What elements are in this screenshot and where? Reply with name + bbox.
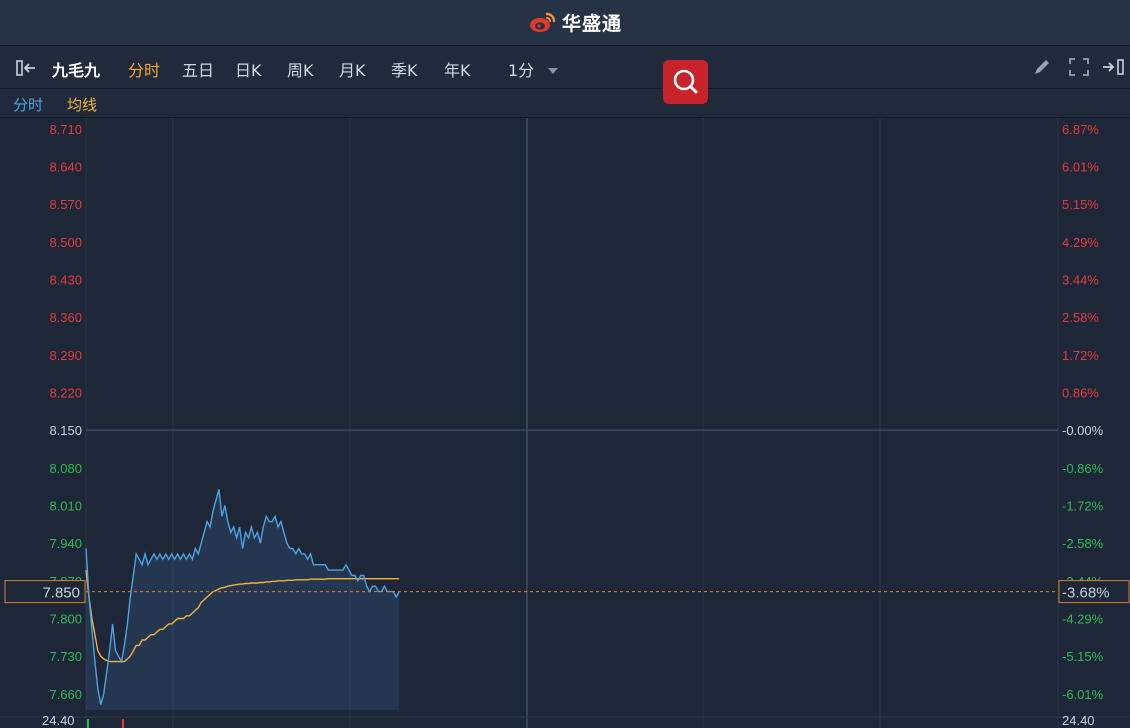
price-tick-label: 7.800: [49, 612, 82, 627]
tab-monthly-k[interactable]: 月K: [339, 57, 366, 81]
volume-bar: [122, 719, 124, 728]
collapse-right-icon[interactable]: [1101, 58, 1127, 76]
interval-value: 1分: [508, 61, 535, 80]
chevron-down-icon: [548, 68, 559, 74]
tab-yearly-k[interactable]: 年K: [444, 57, 471, 81]
title-bar: 华盛通: [0, 0, 1130, 46]
legend-average-line: 均线: [67, 96, 98, 114]
search-icon: [673, 69, 698, 94]
tab-quarterly-k[interactable]: 季K: [391, 57, 418, 81]
percent-tick-label: 2.58%: [1062, 310, 1099, 325]
price-tick-label: 8.010: [49, 498, 82, 513]
fullscreen-icon[interactable]: [1068, 57, 1090, 77]
weibo-logo-icon: [530, 12, 556, 32]
legend-bar: 分时 均线: [0, 89, 1130, 118]
percent-tick-label: -0.86%: [1062, 461, 1104, 476]
price-tick-label: 8.220: [49, 385, 82, 400]
percent-tick-label: 5.15%: [1062, 197, 1099, 212]
price-tick-label: 7.660: [49, 687, 82, 702]
tab-daily-k[interactable]: 日K: [235, 57, 262, 81]
price-tick-label: 8.640: [49, 159, 82, 174]
price-tick-label: 8.080: [49, 461, 82, 476]
volume-max-left: 24.40: [42, 713, 75, 728]
percent-tick-label: -1.72%: [1062, 498, 1104, 513]
current-price-label: 7.850: [42, 585, 80, 602]
pencil-icon[interactable]: [1031, 57, 1053, 77]
current-percent-label: -3.68%: [1062, 585, 1110, 602]
price-tick-label: 8.290: [49, 348, 82, 363]
percent-tick-label: -5.15%: [1062, 649, 1104, 664]
price-tick-label: 8.430: [49, 272, 82, 287]
tab-intraday[interactable]: 分时: [128, 57, 160, 81]
tab-five-day[interactable]: 五日: [182, 57, 214, 81]
price-tick-label: 7.940: [49, 536, 82, 551]
percent-tick-label: -6.01%: [1062, 687, 1104, 702]
search-button[interactable]: [663, 60, 708, 104]
collapse-left-icon[interactable]: [16, 59, 38, 77]
tab-weekly-k[interactable]: 周K: [287, 57, 314, 81]
toolbar: 九毛九 分时 五日 日K 周K 月K 季K 年K 1分: [0, 46, 1130, 89]
volume-max-right: 24.40: [1062, 713, 1095, 728]
brand-logo: 华盛通: [528, 8, 622, 36]
interval-dropdown[interactable]: 1分: [508, 57, 559, 81]
stock-name: 九毛九: [52, 61, 101, 80]
price-tick-label: 8.360: [49, 310, 82, 325]
price-tick-label: 8.570: [49, 197, 82, 212]
percent-tick-label: 3.44%: [1062, 272, 1099, 287]
percent-tick-label: 4.29%: [1062, 235, 1099, 250]
percent-tick-label: -4.29%: [1062, 612, 1104, 627]
price-tick-label: 8.500: [49, 235, 82, 250]
price-tick-label: 8.710: [49, 122, 82, 137]
price-tick-label: 8.150: [49, 423, 82, 438]
percent-tick-label: 1.72%: [1062, 348, 1099, 363]
price-tick-label: 7.730: [49, 649, 82, 664]
percent-tick-label: 6.01%: [1062, 159, 1099, 174]
percent-tick-label: 6.87%: [1062, 122, 1099, 137]
intraday-chart: 8.710 8.640 8.570 8.500 8.430 8.360 8.290 8.220…: [0, 118, 1130, 728]
legend-price-line: 分时: [13, 96, 44, 114]
volume-bar: [87, 719, 89, 728]
percent-tick-label: 0.86%: [1062, 385, 1099, 400]
brand-name: 华盛通: [562, 12, 623, 35]
percent-tick-label: -0.00%: [1062, 423, 1104, 438]
percent-tick-label: -2.58%: [1062, 536, 1104, 551]
